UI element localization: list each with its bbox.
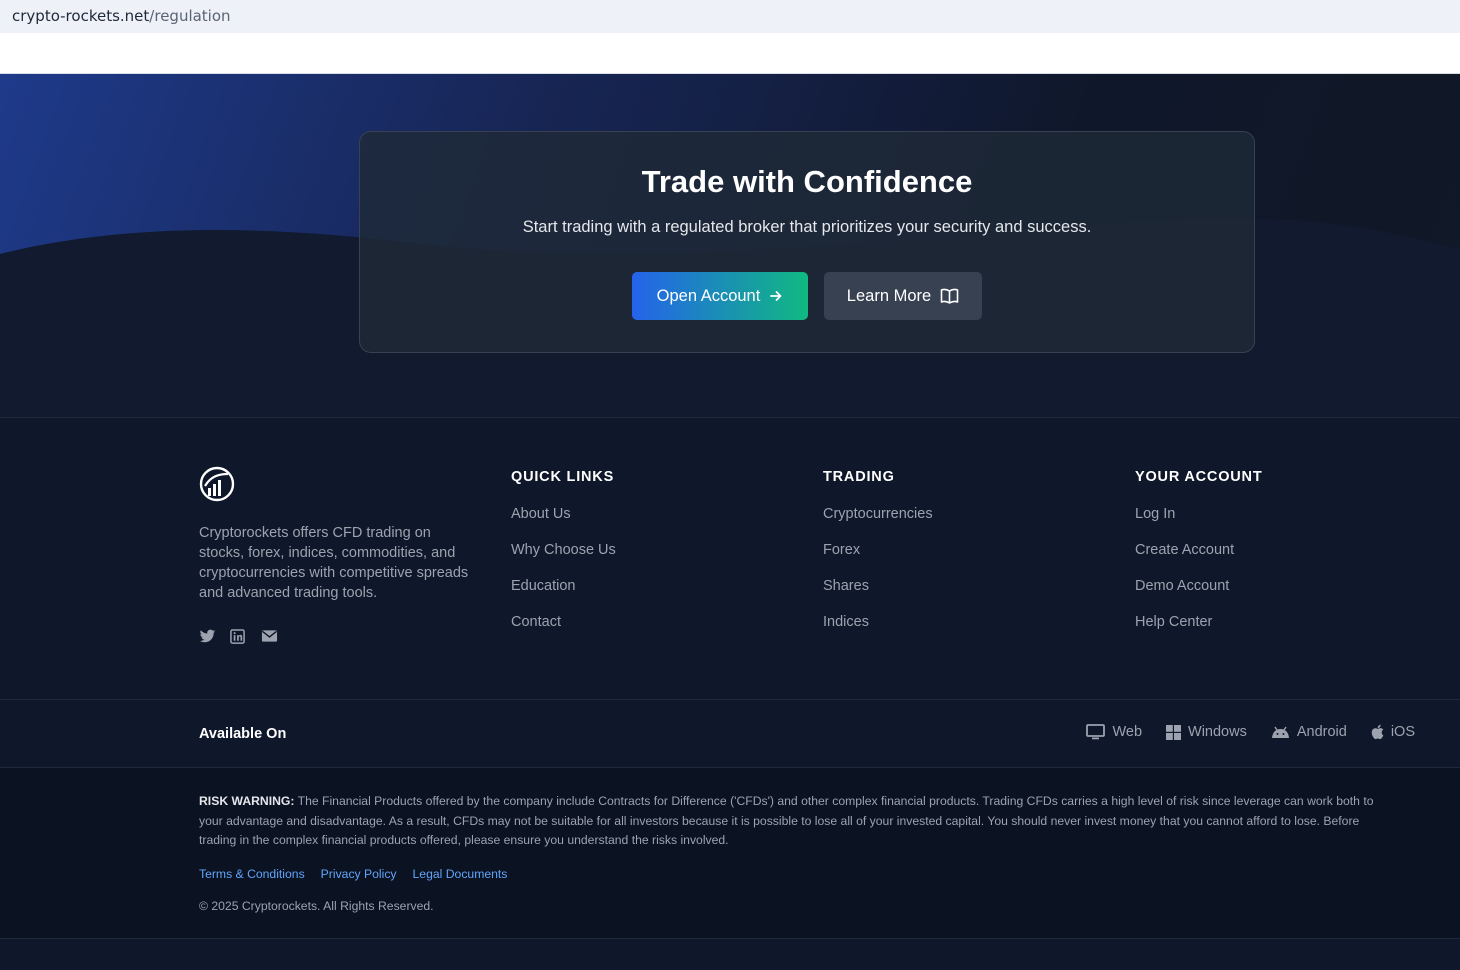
url-path: /regulation — [149, 7, 231, 25]
footer-link-why-choose-us[interactable]: Why Choose Us — [511, 542, 616, 578]
url-text[interactable]: crypto-rockets.net/regulation — [12, 7, 231, 25]
footer-link-demo-account[interactable]: Demo Account — [1135, 578, 1262, 614]
available-on-label: Available On — [199, 726, 287, 742]
url-domain: crypto-rockets.net — [12, 7, 150, 25]
footer-link-contact[interactable]: Contact — [511, 614, 616, 650]
social-links — [199, 629, 279, 647]
footer-link-indices[interactable]: Indices — [823, 614, 933, 650]
cta-subtitle: Start trading with a regulated broker th… — [522, 218, 1092, 236]
learn-more-label: Learn More — [846, 286, 932, 305]
risk-warning: RISK WARNING: The Financial Products off… — [199, 792, 1399, 851]
risk-warning-label: RISK WARNING: — [199, 794, 295, 808]
risk-warning-text: The Financial Products offered by the co… — [199, 794, 1374, 847]
twitter-icon[interactable] — [199, 629, 217, 647]
platform-label: Web — [1112, 724, 1143, 740]
footer-col-quick-links: QUICK LINKS About Us Why Choose Us Educa… — [511, 469, 616, 650]
cta-section: Trade with Confidence Start trading with… — [0, 74, 1460, 418]
site-header-bar — [0, 33, 1460, 74]
open-account-label: Open Account — [656, 286, 761, 305]
footer-col-title: QUICK LINKS — [511, 469, 615, 485]
platform-label: Windows — [1188, 724, 1247, 740]
cta-title: Trade with Confidence — [641, 164, 973, 199]
footer-link-shares[interactable]: Shares — [823, 578, 933, 614]
open-account-button[interactable]: Open Account — [632, 272, 808, 320]
platform-ios[interactable]: iOS — [1371, 724, 1415, 740]
legal-links: Terms & Conditions Privacy Policy Legal … — [199, 867, 507, 881]
platform-label: iOS — [1390, 724, 1415, 740]
available-on-bar: Available On Web Windows Android iOS — [0, 699, 1460, 768]
footer-link-cryptocurrencies[interactable]: Cryptocurrencies — [823, 506, 933, 542]
platform-windows[interactable]: Windows — [1166, 724, 1247, 740]
android-icon — [1271, 726, 1289, 738]
footer-link-education[interactable]: Education — [511, 578, 616, 614]
linkedin-icon[interactable] — [230, 629, 248, 647]
cryptorockets-logo-icon[interactable] — [199, 466, 235, 502]
apple-icon — [1371, 724, 1384, 740]
terms-link[interactable]: Terms & Conditions — [199, 867, 305, 881]
footer-main: Cryptorockets offers CFD trading on stoc… — [0, 417, 1460, 699]
platform-label: Android — [1296, 724, 1347, 740]
platform-list: Web Windows Android iOS — [1086, 724, 1415, 740]
footer-col-your-account: YOUR ACCOUNT Log In Create Account Demo … — [1135, 469, 1262, 650]
footer-link-create-account[interactable]: Create Account — [1135, 542, 1262, 578]
footer-col-title: TRADING — [823, 469, 895, 485]
footer-link-about-us[interactable]: About Us — [511, 506, 616, 542]
copyright: © 2025 Cryptorockets. All Rights Reserve… — [199, 899, 434, 913]
footer-col-trading: TRADING Cryptocurrencies Forex Shares In… — [823, 469, 933, 650]
learn-more-button[interactable]: Learn More — [824, 272, 982, 320]
page-bottom-strip — [0, 938, 1460, 970]
footer-about-text: Cryptorockets offers CFD trading on stoc… — [199, 525, 469, 601]
cta-card: Trade with Confidence Start trading with… — [359, 131, 1255, 353]
footer-link-forex[interactable]: Forex — [823, 542, 933, 578]
platform-android[interactable]: Android — [1271, 724, 1347, 740]
browser-address-bar[interactable]: crypto-rockets.net/regulation — [0, 0, 1460, 33]
platform-web[interactable]: Web — [1086, 724, 1142, 740]
privacy-policy-link[interactable]: Privacy Policy — [321, 867, 397, 881]
arrow-right-icon — [770, 291, 782, 301]
footer-link-log-in[interactable]: Log In — [1135, 506, 1262, 542]
footer-link-help-center[interactable]: Help Center — [1135, 614, 1262, 650]
footer-col-title: YOUR ACCOUNT — [1135, 469, 1263, 485]
legal-documents-link[interactable]: Legal Documents — [413, 867, 508, 881]
windows-icon — [1166, 724, 1182, 740]
mail-icon[interactable] — [261, 629, 279, 647]
book-open-icon — [940, 288, 959, 304]
monitor-icon — [1086, 724, 1106, 740]
legal-section: RISK WARNING: The Financial Products off… — [0, 768, 1460, 938]
